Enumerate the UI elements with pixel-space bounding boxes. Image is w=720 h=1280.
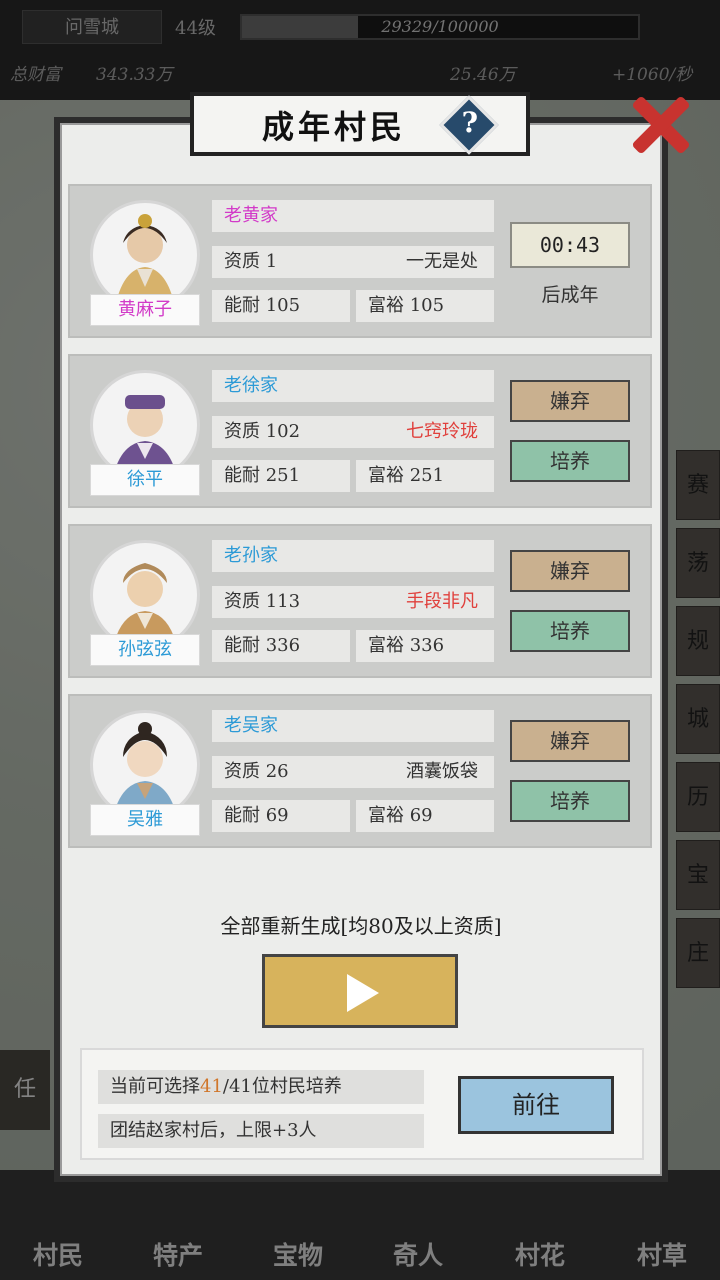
discard-button[interactable]: 嫌弃: [510, 550, 630, 592]
info-prefix: 当前可选择: [110, 1076, 200, 1097]
villager-aptitude: 资质 1 一无是处: [212, 246, 494, 278]
available-training-count: 当前可选择41/41位村民培养: [98, 1070, 424, 1104]
villager-aptitude: 资质 26 酒囊饭袋: [212, 756, 494, 788]
adulthood-timer: 00:43: [510, 222, 630, 268]
aptitude-value: 资质 26: [224, 761, 289, 782]
regenerate-all-label: 全部重新生成[均80及以上资质]: [220, 914, 502, 938]
train-button[interactable]: 培养: [510, 610, 630, 652]
villager-trait: 一无是处: [406, 251, 478, 272]
play-icon: [347, 974, 379, 1012]
watch-video-button[interactable]: [262, 954, 458, 1028]
discard-button[interactable]: 嫌弃: [510, 380, 630, 422]
villager-wealth: 富裕 105: [356, 290, 494, 322]
villager-wealth: 富裕 251: [356, 460, 494, 492]
villager-trait: 手段非凡: [406, 591, 478, 612]
villager-wealth: 富裕 336: [356, 630, 494, 662]
villager-name: 黄麻子: [90, 294, 200, 326]
villager-trait: 酒囊饭袋: [406, 761, 478, 782]
villager-endurance: 能耐 105: [212, 290, 350, 322]
close-button[interactable]: [622, 88, 696, 158]
aptitude-value: 资质 113: [224, 591, 301, 612]
aptitude-value: 资质 1: [224, 251, 278, 272]
villager-family: 老徐家: [212, 370, 494, 402]
unite-village-hint: 团结赵家村后，上限+3人: [98, 1114, 424, 1148]
villager-endurance: 能耐 251: [212, 460, 350, 492]
villager-card: 黄麻子 老黄家 资质 1 一无是处 能耐 105 富裕 105 00:43 后成…: [68, 184, 652, 338]
train-button[interactable]: 培养: [510, 780, 630, 822]
villager-card: 吴雅 老吴家 资质 26 酒囊饭袋 能耐 69 富裕 69 嫌弃 培养: [68, 694, 652, 848]
villager-family: 老孙家: [212, 540, 494, 572]
aptitude-value: 资质 102: [224, 421, 301, 442]
villager-family: 老吴家: [212, 710, 494, 742]
goto-button[interactable]: 前往: [458, 1076, 614, 1134]
dialog-title: 成年村民: [261, 108, 406, 146]
dialog-title-plate: 成年村民 ?: [190, 92, 530, 156]
villager-endurance: 能耐 336: [212, 630, 350, 662]
training-info-panel: 当前可选择41/41位村民培养 团结赵家村后，上限+3人 前往: [80, 1048, 644, 1160]
train-button[interactable]: 培养: [510, 440, 630, 482]
villager-aptitude: 资质 113 手段非凡: [212, 586, 494, 618]
villager-endurance: 能耐 69: [212, 800, 350, 832]
villager-card: 孙弦弦 老孙家 资质 113 手段非凡 能耐 336 富裕 336 嫌弃 培养: [68, 524, 652, 678]
help-question-mark: ?: [461, 106, 478, 139]
discard-button[interactable]: 嫌弃: [510, 720, 630, 762]
info-suffix: /41位村民培养: [222, 1076, 342, 1097]
villager-family: 老黄家: [212, 200, 494, 232]
villager-name: 孙弦弦: [90, 634, 200, 666]
villager-trait: 七窍玲珑: [406, 421, 478, 442]
villager-wealth: 富裕 69: [356, 800, 494, 832]
villager-name: 吴雅: [90, 804, 200, 836]
villager-card: 徐平 老徐家 资质 102 七窍玲珑 能耐 251 富裕 251 嫌弃 培养: [68, 354, 652, 508]
available-count-highlight: 41: [200, 1076, 223, 1097]
villager-aptitude: 资质 102 七窍玲珑: [212, 416, 494, 448]
adulthood-timer-label: 后成年: [541, 284, 599, 306]
villager-name: 徐平: [90, 464, 200, 496]
